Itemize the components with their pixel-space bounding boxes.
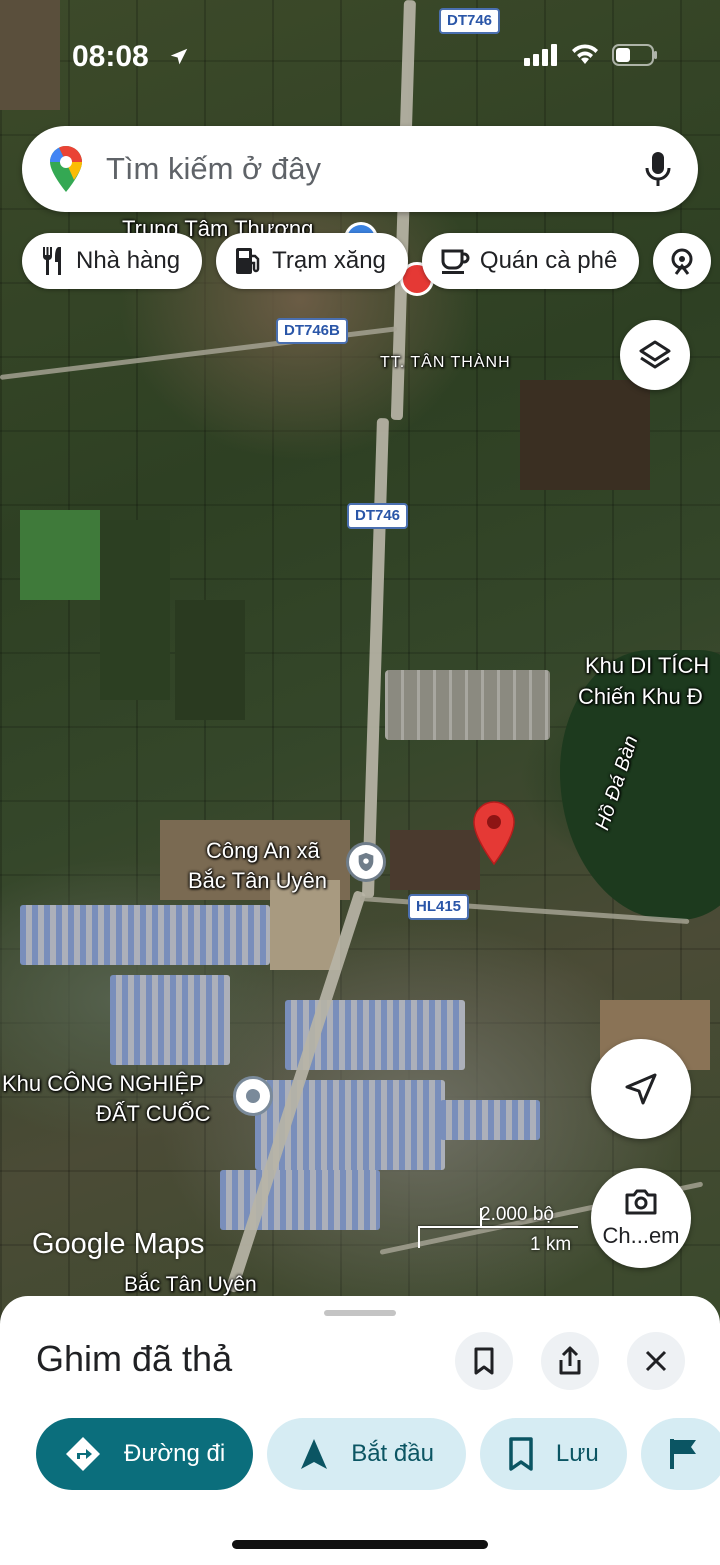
category-chips: Nhà hàng Trạm xăng Quán cà phê <box>22 233 712 289</box>
battery-icon <box>612 44 657 66</box>
residential-estate <box>385 670 550 740</box>
relic-label-line2[interactable]: Chiến Khu Đ <box>578 684 703 710</box>
town-label: TT. TÂN THÀNH <box>380 354 511 371</box>
industrial-block <box>20 905 270 965</box>
chip-more[interactable] <box>653 233 712 289</box>
farm-field <box>20 510 100 600</box>
gas-station-icon <box>236 248 260 274</box>
sheet-drag-handle[interactable] <box>324 1310 396 1316</box>
flag-icon <box>669 1439 696 1469</box>
share-button[interactable] <box>541 1332 599 1390</box>
police-label-line2[interactable]: Bắc Tân Uyên <box>188 868 327 894</box>
bookmark-icon <box>509 1437 533 1471</box>
start-button[interactable]: Bắt đầu <box>267 1418 466 1490</box>
search-input[interactable]: Tìm kiếm ở đây <box>106 151 644 187</box>
chip-coffee[interactable]: Quán cà phê <box>421 233 640 289</box>
chip-label: Nhà hàng <box>76 247 181 274</box>
save-button[interactable]: Lưu <box>479 1418 627 1490</box>
street-view-button[interactable]: Ch...em <box>591 1168 691 1268</box>
road-shield-hl415: HL415 <box>408 894 470 920</box>
farm-field <box>0 0 60 110</box>
directions-label: Đường đi <box>124 1440 226 1467</box>
chip-gas-stations[interactable]: Trạm xăng <box>216 233 408 289</box>
police-label-line1[interactable]: Công An xã <box>206 838 320 864</box>
scale-imperial: 2.000 bộ <box>480 1204 554 1225</box>
attraction-icon <box>671 248 693 275</box>
industrial-block <box>440 1100 540 1140</box>
district-label: Bắc Tân Uyên <box>124 1273 257 1296</box>
google-maps-logo: Google Maps <box>32 1228 205 1260</box>
status-icons <box>524 44 658 66</box>
navigation-arrow-icon <box>625 1073 657 1105</box>
microphone-icon[interactable] <box>644 150 672 188</box>
chip-label: Quán cà phê <box>479 247 618 274</box>
road-shield-dt746: DT746 <box>439 8 501 34</box>
location-arrow-icon <box>170 48 188 65</box>
camera-icon <box>625 1189 657 1215</box>
wifi-icon <box>572 44 598 64</box>
label-button[interactable] <box>640 1418 720 1490</box>
bookmark-icon <box>474 1347 494 1375</box>
road-shield-dt746: DT746 <box>347 503 409 529</box>
home-indicator <box>232 1540 488 1549</box>
save-bookmark-button[interactable] <box>455 1332 513 1390</box>
farm-field <box>390 830 480 890</box>
navigation-arrow-icon <box>301 1439 328 1469</box>
directions-icon <box>66 1437 100 1471</box>
chip-restaurants[interactable]: Nhà hàng <box>22 233 203 289</box>
industrial-block <box>110 975 230 1065</box>
signal-icon <box>524 44 557 66</box>
search-bar[interactable]: Tìm kiếm ở đây <box>22 126 698 212</box>
restaurant-icon <box>42 247 61 275</box>
farm-field <box>175 600 245 720</box>
industrial-label-line1[interactable]: Khu CÔNG NGHIỆP <box>2 1071 204 1097</box>
road-shield-dt746b: DT746B <box>276 318 348 344</box>
police-poi-icon[interactable] <box>346 842 386 882</box>
google-maps-pin-icon <box>49 145 82 192</box>
layers-icon <box>639 340 671 369</box>
share-icon <box>559 1346 581 1375</box>
chip-label: Trạm xăng <box>272 247 386 274</box>
status-time: 08:08 <box>72 40 149 73</box>
industrial-poi-icon[interactable] <box>233 1076 273 1116</box>
scale-metric: 1 km <box>530 1234 572 1255</box>
save-label: Lưu <box>555 1440 599 1467</box>
farm-field <box>100 520 170 700</box>
close-button[interactable] <box>627 1332 685 1390</box>
action-buttons: Đường đi Bắt đầu Lưu <box>36 1418 720 1490</box>
layers-button[interactable] <box>620 320 690 390</box>
road-dt746 <box>361 418 389 899</box>
relic-label-line1[interactable]: Khu DI TÍCH <box>585 653 709 679</box>
start-label: Bắt đầu <box>351 1440 434 1467</box>
close-icon <box>645 1350 667 1372</box>
dropped-pin-icon[interactable] <box>470 800 518 866</box>
industrial-label-line2[interactable]: ĐẤT CUỐC <box>96 1101 211 1127</box>
farm-field <box>520 380 650 490</box>
directions-button[interactable]: Đường đi <box>36 1418 254 1490</box>
my-location-button[interactable] <box>591 1039 691 1139</box>
coffee-icon <box>441 249 470 274</box>
industrial-block <box>220 1170 380 1230</box>
street-view-label: Ch...em <box>602 1223 680 1248</box>
sheet-title: Ghim đã thả <box>36 1338 233 1379</box>
dropped-pin-sheet[interactable]: Ghim đã thả Đường đi Bắt đầu Lưu <box>0 1296 720 1565</box>
